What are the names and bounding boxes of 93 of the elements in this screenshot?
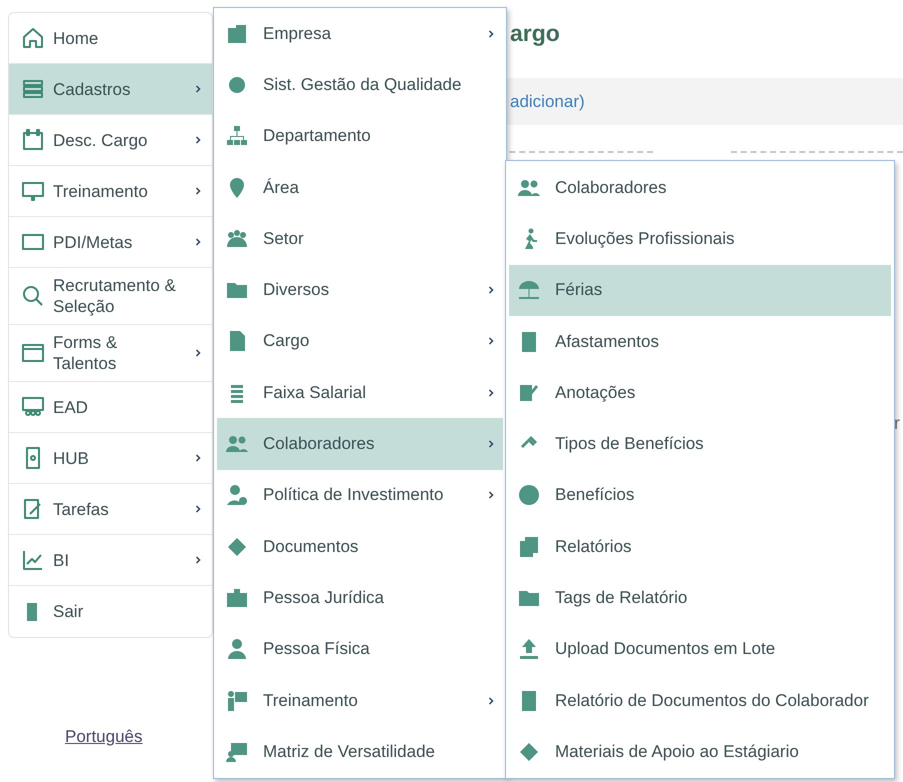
item-label: Colaboradores xyxy=(555,178,668,198)
reports-icon xyxy=(517,534,541,559)
item-label: BI xyxy=(53,550,70,570)
item-label: Materiais de Apoio ao Estágiario xyxy=(555,742,800,762)
sidebar-item[interactable]: Treinamento xyxy=(9,166,212,217)
sidebar-item[interactable]: EAD xyxy=(9,382,212,433)
menu-item[interactable]: Tipos de Benefícios xyxy=(509,418,891,470)
menu-item[interactable]: Sist. Gestão da Qualidade xyxy=(217,59,503,111)
item-label: Upload Documentos em Lote xyxy=(555,639,776,660)
menu-item[interactable]: Departamento xyxy=(217,110,503,162)
upload-icon xyxy=(517,637,541,662)
sidebar-item[interactable]: BI xyxy=(9,535,212,586)
sidebar-item[interactable]: Recrutamento & Seleção xyxy=(9,268,212,325)
menu-item[interactable]: Cargo xyxy=(217,316,503,368)
menu-item[interactable]: Férias xyxy=(509,264,891,316)
menu-item[interactable]: Colaboradores xyxy=(217,418,503,470)
menu-item[interactable]: Faixa Salarial xyxy=(217,367,503,418)
menu-item[interactable]: Setor xyxy=(217,213,503,264)
menu-item[interactable]: Treinamento xyxy=(217,674,503,726)
cut-text: r xyxy=(894,413,901,434)
item-label: Tags de Relatório xyxy=(555,588,688,608)
sidebar-item[interactable]: Sair xyxy=(9,586,212,637)
sidebar-item[interactable]: HUB xyxy=(9,433,212,484)
item-label: Sist. Gestão da Qualidade xyxy=(263,74,462,95)
item-label: Recrutamento & Seleção xyxy=(53,275,177,317)
menu-item[interactable]: Pessoa Jurídica xyxy=(217,572,503,624)
menu-item[interactable]: Evoluções Profissionais xyxy=(509,213,891,265)
menu-item[interactable]: Anotações xyxy=(509,367,891,418)
menu-item[interactable]: Relatório de Documentos do Colaborador xyxy=(509,674,891,726)
menu-item[interactable]: Upload Documentos em Lote xyxy=(509,624,891,675)
item-label: Diversos xyxy=(263,280,330,300)
item-label: Férias xyxy=(555,280,604,300)
item-label: Empresa xyxy=(263,24,332,44)
item-label: Cadastros xyxy=(53,78,132,100)
item-label: HUB xyxy=(53,448,90,468)
item-label: Cargo xyxy=(263,331,310,352)
page-title: argo xyxy=(510,20,561,48)
item-label: Treinamento xyxy=(263,690,359,710)
chart-icon xyxy=(21,548,45,572)
sidebar-item[interactable]: Tarefas xyxy=(9,484,212,535)
item-label: PDI/Metas xyxy=(53,232,134,252)
classroom-icon xyxy=(21,395,45,419)
item-label: Departamento xyxy=(263,126,372,146)
menu-item[interactable]: Documentos xyxy=(217,520,503,572)
add-link[interactable]: adicionar) xyxy=(510,92,585,112)
menu-item[interactable]: Política de Investimento xyxy=(217,470,503,521)
menu-item[interactable]: Empresa xyxy=(217,8,503,60)
item-label: Tipos de Benefícios xyxy=(555,434,705,454)
item-label: Tarefas xyxy=(53,498,110,520)
item-label: Afastamentos xyxy=(555,332,660,352)
person-search-icon xyxy=(21,284,45,308)
menu-item[interactable]: Diversos xyxy=(217,264,503,316)
item-label: Desc. Cargo xyxy=(53,130,148,150)
item-label: Relatórios xyxy=(555,536,633,557)
menu-item[interactable]: Tags de Relatório xyxy=(509,572,891,624)
menu-item[interactable]: Benefícios xyxy=(509,470,891,522)
item-label: Faixa Salarial xyxy=(263,382,367,403)
item-label: Pessoa Jurídica xyxy=(263,588,385,608)
item-label: Benefícios xyxy=(555,485,636,506)
home-icon xyxy=(21,26,45,50)
item-label: Setor xyxy=(263,228,305,249)
item-label: Matriz de Versatilidade xyxy=(263,742,436,762)
person-coin-icon xyxy=(225,483,249,508)
stack-icon xyxy=(21,77,45,101)
calendar-icon xyxy=(21,128,45,152)
menu-item[interactable]: Materiais de Apoio ao Estágiario xyxy=(509,726,891,778)
item-label: Documentos xyxy=(263,536,360,557)
item-label: Evoluções Profissionais xyxy=(555,228,736,249)
item-label: Política de Investimento xyxy=(263,485,444,506)
menu-item[interactable]: Colaboradores xyxy=(509,162,891,214)
person-icon xyxy=(225,637,249,662)
item-label: Forms & Talentos xyxy=(53,332,118,374)
item-label: Pessoa Física xyxy=(263,639,371,660)
item-label: Sair xyxy=(53,601,84,622)
menu-item[interactable]: Área xyxy=(217,162,503,214)
item-label: Relatório de Documentos do Colaborador xyxy=(555,690,870,711)
sidebar-item[interactable]: PDI/Metas xyxy=(9,217,212,268)
sidebar-item[interactable]: Forms & Talentos xyxy=(9,325,212,382)
language-link[interactable]: Português xyxy=(65,727,142,747)
item-label: Colaboradores xyxy=(263,434,376,454)
browser-icon xyxy=(21,341,45,365)
presentation-icon xyxy=(21,179,45,203)
menu-item[interactable]: Matriz de Versatilidade xyxy=(217,726,503,778)
menu-item[interactable]: Relatórios xyxy=(509,521,891,572)
item-label: Anotações xyxy=(555,382,636,403)
item-label: EAD xyxy=(53,396,89,418)
item-label: Área xyxy=(263,178,300,198)
menu-item[interactable]: Afastamentos xyxy=(509,316,891,368)
sidebar-item[interactable]: Cadastros xyxy=(9,64,212,115)
menu-item[interactable]: Pessoa Física xyxy=(217,624,503,675)
sidebar-item[interactable]: Desc. Cargo xyxy=(9,115,212,166)
item-label: Home xyxy=(53,28,100,48)
item-label: Treinamento xyxy=(53,180,149,202)
